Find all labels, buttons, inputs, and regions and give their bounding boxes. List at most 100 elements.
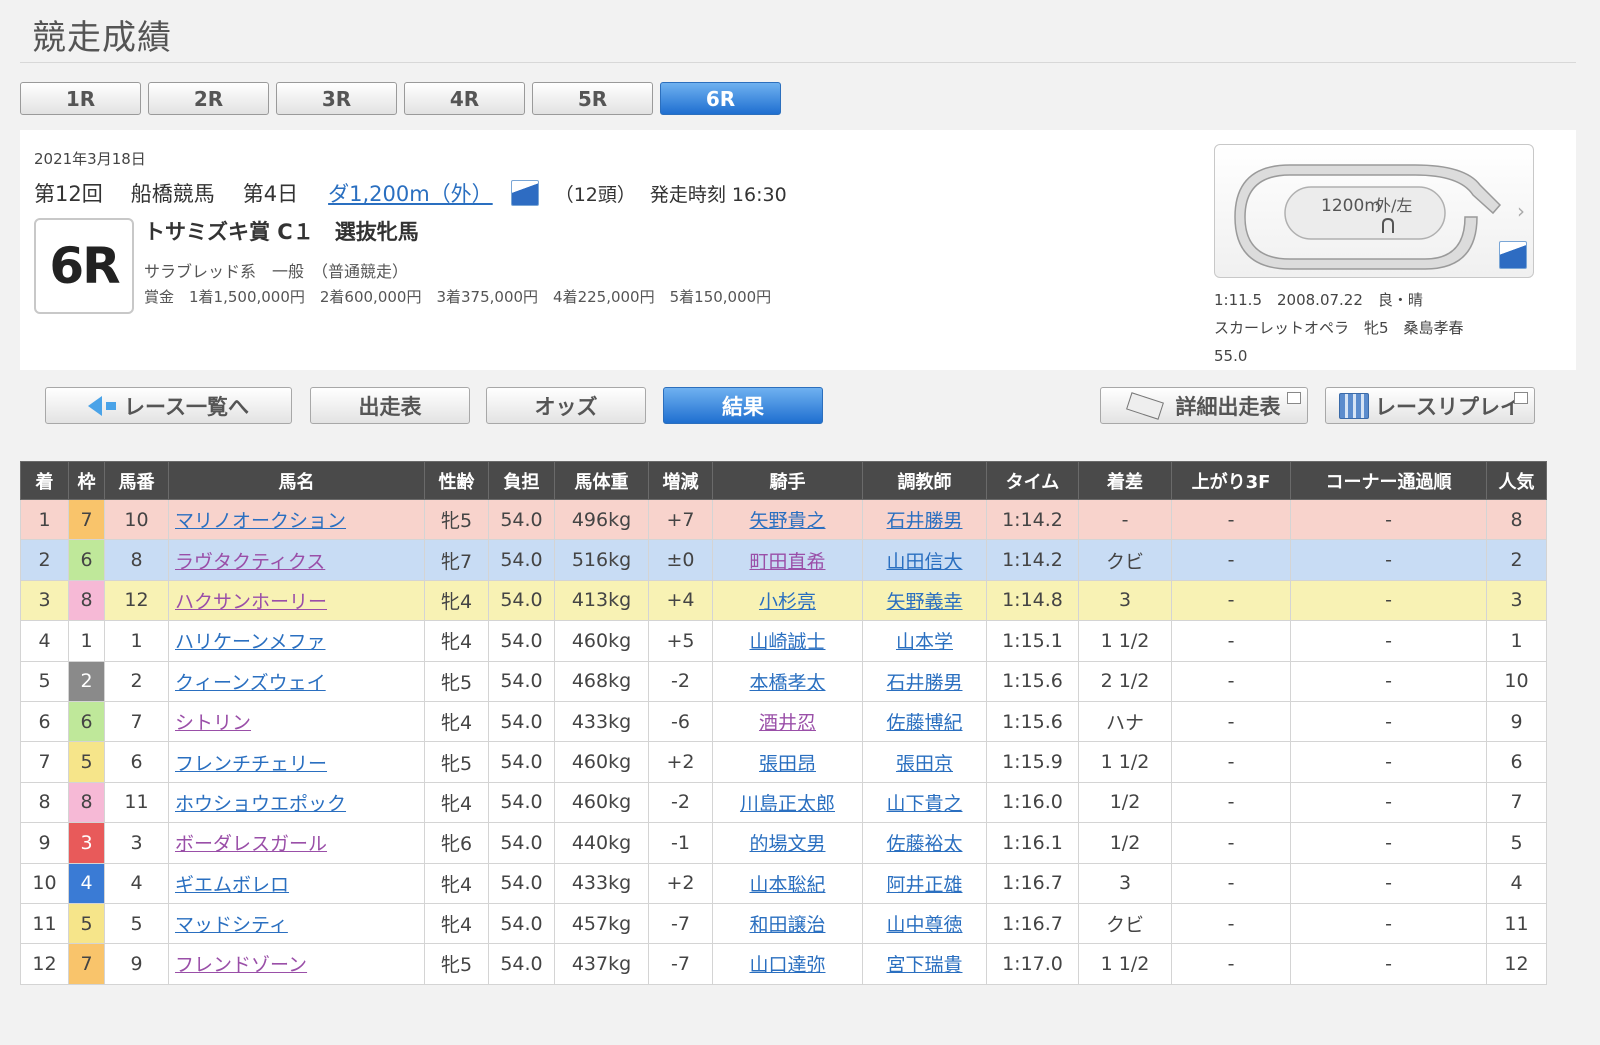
course-map-icon[interactable]: [1499, 241, 1527, 269]
last-3f-cell: -: [1171, 620, 1291, 662]
horse-name-link[interactable]: フレンドゾーン: [175, 954, 307, 976]
jockey-link[interactable]: 山崎誠士: [749, 631, 825, 653]
jockey-link[interactable]: 山口達弥: [749, 954, 825, 976]
results-button[interactable]: 結果: [663, 387, 823, 424]
weight-carried-cell: 54.0: [488, 741, 555, 783]
race-tab-1r[interactable]: 1R: [20, 82, 141, 115]
trainer-link[interactable]: 佐藤博紀: [886, 712, 962, 734]
rank-cell: 3: [20, 579, 69, 622]
trainer-link[interactable]: 阿井正雄: [886, 874, 962, 896]
horse-name-link[interactable]: ハクサンホーリー: [175, 591, 327, 613]
trainer-link[interactable]: 石井勝男: [886, 510, 962, 532]
race-tabs: 1R 2R 3R 4R 5R 6R: [20, 82, 781, 115]
body-weight-cell: 496kg: [554, 498, 649, 541]
trainer-link[interactable]: 石井勝男: [886, 672, 962, 694]
weight-change-cell: +7: [648, 498, 713, 541]
frame-cell: 1: [68, 620, 105, 662]
weight-carried-cell: 54.0: [488, 660, 555, 702]
race-tab-3r[interactable]: 3R: [276, 82, 397, 115]
race-replay-button[interactable]: レースリプレイ: [1325, 387, 1535, 424]
jockey-link[interactable]: 川島正太郎: [740, 793, 835, 815]
trainer-link[interactable]: 宮下瑞貴: [886, 954, 962, 976]
horse-name-link[interactable]: ラヴタクティクス: [175, 551, 325, 573]
detailed-entries-button[interactable]: 詳細出走表: [1100, 387, 1308, 424]
jockey-link[interactable]: 矢野貴之: [749, 510, 825, 532]
rank-cell: 6: [20, 700, 69, 743]
time-cell: 1:15.1: [986, 620, 1079, 662]
corner-order-cell: -: [1290, 741, 1487, 783]
rank-cell: 1: [20, 498, 69, 541]
course-link[interactable]: ダ1,200m（外）: [328, 178, 493, 208]
table-row: 12 7 9 フレンドゾーン 牝5 54.0 437kg -7 山口達弥 宮下瑞貴 1:17.0 1 …: [20, 943, 1547, 985]
column-header: コーナー通過順: [1290, 461, 1487, 500]
weight-change-cell: +4: [648, 579, 713, 622]
frame-cell: 3: [68, 822, 105, 864]
jockey-link[interactable]: 的場文男: [749, 833, 825, 855]
weight-carried-cell: 54.0: [488, 822, 555, 864]
horse-name-link[interactable]: マリノオークション: [175, 510, 346, 532]
popularity-cell: 11: [1486, 902, 1547, 945]
entries-button[interactable]: 出走表: [310, 387, 470, 424]
body-weight-cell: 440kg: [554, 822, 649, 864]
jockey-link[interactable]: 酒井忍: [759, 712, 816, 734]
odds-button[interactable]: オッズ: [486, 387, 646, 424]
trainer-link[interactable]: 山本学: [896, 631, 953, 653]
horse-name-link[interactable]: クィーンズウェイ: [175, 672, 326, 694]
detailed-entries-label: 詳細出走表: [1175, 394, 1281, 419]
course-map[interactable]: 1200m 外/左 ›: [1214, 144, 1534, 278]
course-map-icon[interactable]: [510, 180, 539, 206]
trainer-link[interactable]: 山下貴之: [886, 793, 962, 815]
jockey-cell: 小杉亮: [712, 579, 863, 622]
horse-name-cell: クィーンズウェイ: [168, 660, 425, 702]
trainer-cell: 石井勝男: [862, 660, 987, 702]
trainer-cell: 石井勝男: [862, 498, 987, 541]
horse-name-link[interactable]: フレンチチェリー: [175, 753, 327, 775]
jockey-link[interactable]: 町田直希: [749, 551, 825, 573]
weight-change-cell: -2: [648, 660, 713, 702]
trainer-link[interactable]: 佐藤裕太: [886, 833, 962, 855]
race-tab-2r[interactable]: 2R: [148, 82, 269, 115]
corner-order-cell: -: [1290, 943, 1487, 985]
rank-cell: 2: [20, 539, 69, 581]
course-record: 1:11.5 2008.07.22 良・晴 スカーレットオペラ 牝5 桑島孝春 …: [1214, 286, 1464, 370]
last-3f-cell: -: [1171, 781, 1291, 824]
trainer-link[interactable]: 山中尊徳: [886, 914, 962, 936]
jockey-link[interactable]: 張田昂: [759, 753, 816, 775]
corner-order-cell: -: [1290, 579, 1487, 622]
race-tab-6r[interactable]: 6R: [660, 82, 781, 115]
horse-name-cell: ラヴタクティクス: [168, 539, 425, 581]
table-row: 2 6 8 ラヴタクティクス 牝7 54.0 516kg ±0 町田直希 山田信大 1:14.2 クビ…: [20, 539, 1547, 581]
new-window-icon: [1514, 392, 1528, 404]
horse-number-cell: 6: [104, 741, 169, 783]
margin-cell: -: [1078, 498, 1172, 541]
horse-name-link[interactable]: ボーダレスガール: [175, 833, 327, 855]
sex-age-cell: 牝4: [424, 620, 489, 662]
race-date: 2021年3月18日: [34, 150, 146, 168]
horse-name-link[interactable]: ホウショウエポック: [175, 793, 346, 815]
back-to-race-list-button[interactable]: レース一覧へ: [45, 387, 292, 424]
trainer-link[interactable]: 山田信大: [886, 551, 962, 573]
trainer-cell: 山本学: [862, 620, 987, 662]
chevron-right-icon[interactable]: ›: [1517, 199, 1525, 223]
margin-cell: ハナ: [1078, 700, 1172, 743]
trainer-link[interactable]: 張田京: [896, 753, 953, 775]
jockey-link[interactable]: 本橋孝太: [749, 672, 825, 694]
horse-name-link[interactable]: ハリケーンメファ: [175, 631, 325, 653]
race-tab-5r[interactable]: 5R: [532, 82, 653, 115]
trainer-link[interactable]: 矢野義幸: [886, 591, 962, 613]
horse-name-link[interactable]: ギエムボレロ: [175, 874, 289, 896]
horse-name-link[interactable]: シトリン: [175, 712, 251, 734]
page-title: 競走成績: [32, 18, 172, 58]
race-tab-4r[interactable]: 4R: [404, 82, 525, 115]
jockey-link[interactable]: 小杉亮: [759, 591, 816, 613]
table-row: 8 8 11 ホウショウエポック 牝4 54.0 460kg -2 川島正太郎 山下貴之 1:16.…: [20, 781, 1547, 824]
jockey-link[interactable]: 和田譲治: [749, 914, 825, 936]
horse-name-cell: マッドシティ: [168, 902, 425, 945]
race-number-badge: 6R: [34, 218, 134, 314]
trainer-cell: 張田京: [862, 741, 987, 783]
margin-cell: 1/2: [1078, 822, 1172, 864]
table-row: 4 1 1 ハリケーンメファ 牝4 54.0 460kg +5 山崎誠士 山本学 1:15.1 1 1…: [20, 620, 1547, 662]
time-cell: 1:15.6: [986, 700, 1079, 743]
jockey-link[interactable]: 山本聡紀: [749, 874, 825, 896]
horse-name-link[interactable]: マッドシティ: [175, 914, 288, 936]
